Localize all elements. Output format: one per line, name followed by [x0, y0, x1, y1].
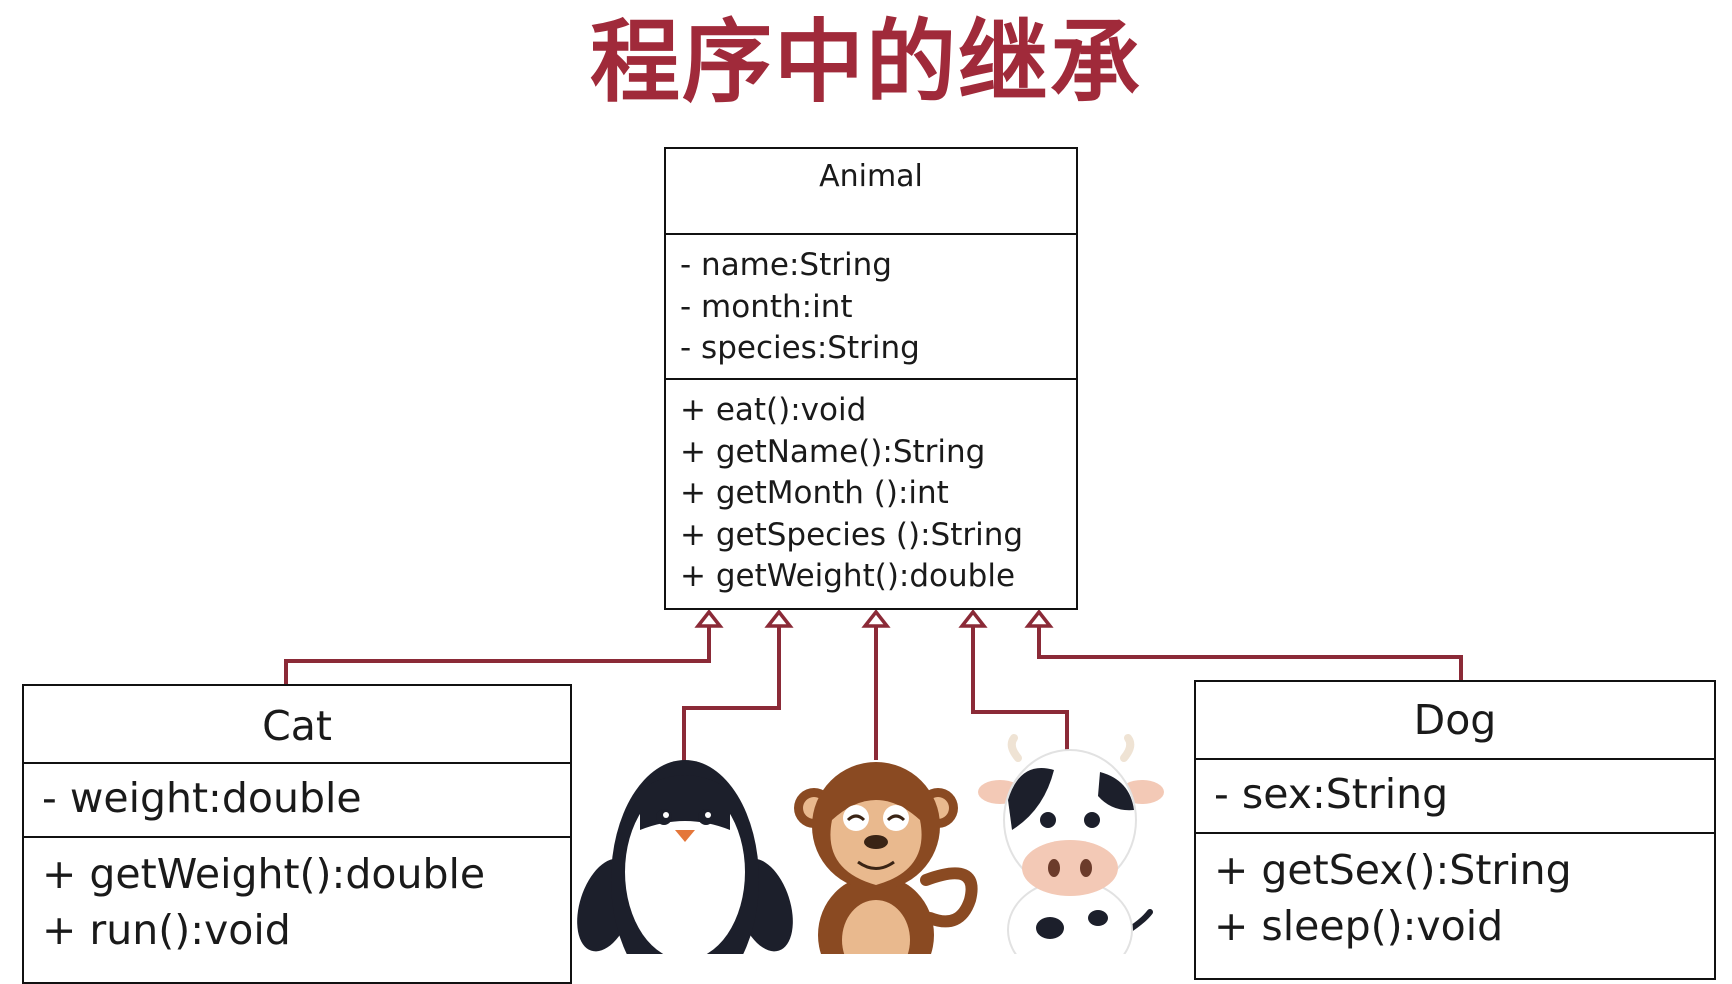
monkey-illustration — [794, 762, 978, 954]
connector-cat — [284, 623, 711, 684]
connector-cow — [971, 623, 1069, 762]
class-name-animal: Animal — [819, 159, 923, 194]
attribute-line: - month:int — [680, 288, 853, 325]
class-methods-animal: + eat():void + getName():String + getMon… — [666, 378, 1076, 598]
method-line: + run():void — [42, 906, 291, 954]
method-line: + getWeight():double — [680, 558, 1016, 594]
class-box-animal: Animal - name:String - month:int - speci… — [664, 147, 1078, 610]
class-attributes-animal: - name:String - month:int - species:Stri… — [666, 233, 1076, 378]
attribute-line: - sex:String — [1214, 770, 1449, 818]
inheritance-arrowhead — [1024, 609, 1054, 628]
class-name-dog: Dog — [1413, 696, 1497, 744]
inheritance-arrowhead — [694, 609, 724, 628]
class-box-cat: Cat - weight:double + getWeight():double… — [22, 684, 572, 984]
method-line: + getSex():String — [1214, 846, 1572, 894]
class-methods-dog: + getSex():String + sleep():void — [1196, 832, 1714, 954]
attribute-line: - species:String — [680, 330, 920, 366]
connector-penguin — [682, 623, 781, 762]
inheritance-arrowhead — [764, 609, 794, 628]
attribute-line: - weight:double — [42, 774, 362, 822]
inheritance-arrowhead — [958, 609, 988, 628]
class-attributes-dog: - sex:String — [1196, 758, 1714, 832]
class-box-dog: Dog - sex:String + getSex():String + sle… — [1194, 680, 1716, 980]
method-line: + getName():String — [680, 433, 986, 470]
method-line: + getSpecies ():String — [680, 516, 1024, 553]
class-methods-cat: + getWeight():double + run():void — [24, 836, 570, 958]
method-line: + getMonth ():int — [680, 475, 949, 511]
connector-dog — [1037, 623, 1463, 680]
method-line: + sleep():void — [1214, 902, 1504, 950]
method-line: + eat():void — [680, 392, 867, 428]
penguin-illustration — [577, 760, 793, 954]
method-line: + getWeight():double — [42, 850, 486, 898]
class-name-cat: Cat — [262, 702, 332, 750]
class-attributes-cat: - weight:double — [24, 762, 570, 836]
inheritance-arrowhead — [861, 609, 891, 628]
cow-illustration — [978, 734, 1164, 954]
attribute-line: - name:String — [680, 247, 892, 283]
